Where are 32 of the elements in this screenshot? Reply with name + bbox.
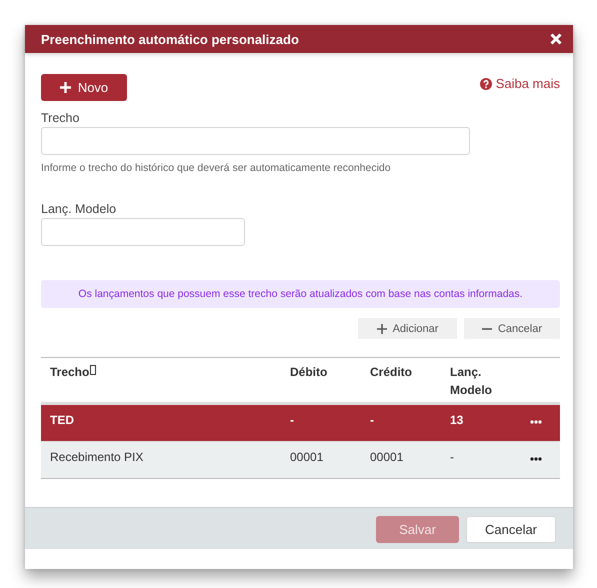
table-row[interactable]: Recebimento PIX 00001 00001 - — [41, 441, 560, 478]
more-icon[interactable] — [530, 420, 542, 424]
table-cell: 13 — [450, 413, 464, 427]
input-field[interactable] — [41, 218, 245, 246]
table-cell: - — [290, 413, 294, 427]
column-header: Lanç. Modelo — [450, 364, 493, 399]
table-row[interactable]: TED - - 13 — [41, 404, 560, 441]
column-header: Crédito — [370, 365, 412, 379]
new-button[interactable]: Novo — [41, 74, 127, 101]
help-icon — [480, 78, 492, 90]
help-link[interactable]: Saiba mais — [480, 76, 560, 91]
column-header: Trecho — [50, 365, 90, 379]
input-field[interactable] — [41, 127, 470, 155]
more-icon[interactable] — [530, 457, 542, 461]
table-cell: - — [450, 450, 454, 464]
table-cell: - — [370, 413, 374, 427]
table-cell: 00001 — [370, 450, 404, 464]
table-cell: 00001 — [290, 450, 324, 464]
plus-icon — [60, 82, 71, 93]
table-cell: TED — [50, 413, 74, 427]
dialog-title: Preenchimento automático personalizado — [41, 32, 299, 46]
field-label: Lanç. Modelo — [41, 202, 118, 216]
close-icon[interactable] — [550, 33, 562, 45]
cancel-button[interactable]: Cancelar — [466, 516, 556, 543]
column-header: Débito — [290, 365, 328, 379]
field-label: Trecho — [41, 111, 80, 125]
field-hint: Informe o trecho do histórico que deverá ser automaticamente reconhecido — [41, 162, 392, 174]
table-cell: Recebimento PIX — [50, 450, 144, 464]
cancel-button[interactable]: Cancelar — [464, 318, 560, 339]
add-button[interactable]: Adicionar — [358, 318, 457, 339]
plus-icon — [376, 324, 387, 334]
info-message: Os lançamentos que possuem esse trecho serão atualizados com base nas contas informadas. — [41, 280, 560, 308]
